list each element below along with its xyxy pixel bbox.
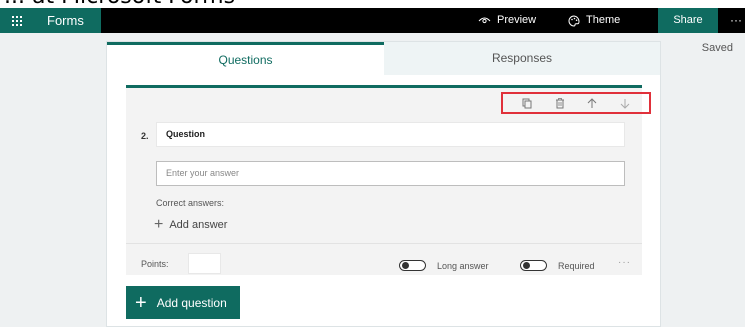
question-toolbar <box>501 92 651 114</box>
page-heading: ... at Microsoft Forms <box>4 0 235 8</box>
plus-icon: + <box>154 216 164 233</box>
app-header: Forms Preview Theme Share ··· <box>0 8 745 33</box>
add-question-label: Add question <box>156 295 227 310</box>
delete-icon[interactable] <box>555 97 565 109</box>
add-question-button[interactable]: + Add question <box>126 286 240 319</box>
points-label: Points: <box>141 259 169 269</box>
preview-label: Preview <box>497 14 537 26</box>
share-button[interactable]: Share <box>658 8 718 33</box>
toggle-switch[interactable] <box>399 260 426 271</box>
theme-button[interactable]: Theme <box>568 8 620 33</box>
correct-answers-label: Correct answers: <box>156 198 225 208</box>
points-input[interactable] <box>188 253 221 274</box>
answer-input[interactable]: Enter your answer <box>156 161 625 186</box>
divider <box>126 243 642 244</box>
waffle-icon <box>11 15 22 26</box>
required-label: Required <box>558 260 595 271</box>
theme-label: Theme <box>586 14 621 26</box>
tab-responses[interactable]: Responses <box>384 42 660 75</box>
form-editor-area: Saved Questions Responses 2. Question En… <box>0 33 745 327</box>
copy-icon[interactable] <box>522 98 532 109</box>
long-answer-label: Long answer <box>437 260 489 271</box>
more-icon: ··· <box>730 13 742 27</box>
question-title-input[interactable]: Question <box>156 122 625 147</box>
preview-button[interactable]: Preview <box>478 8 536 33</box>
plus-icon: + <box>135 291 147 314</box>
move-up-icon[interactable] <box>587 97 597 109</box>
required-toggle[interactable]: Required <box>520 260 595 271</box>
question-card[interactable]: 2. Question Enter your answer Correct an… <box>126 85 651 275</box>
eye-icon <box>478 17 491 24</box>
add-answer-button[interactable]: + Add answer <box>154 217 227 233</box>
question-number: 2. <box>141 131 149 141</box>
save-status: Saved <box>701 42 733 54</box>
add-answer-label: Add answer <box>169 219 228 231</box>
tab-questions[interactable]: Questions <box>107 42 384 75</box>
app-launcher-button[interactable] <box>0 8 33 33</box>
share-label: Share <box>673 14 703 26</box>
app-name[interactable]: Forms <box>33 8 101 33</box>
form-card: Questions Responses 2. Question Enter yo… <box>106 41 661 327</box>
page-heading-strip: ... at Microsoft Forms <box>0 0 745 8</box>
move-down-icon[interactable] <box>620 98 630 109</box>
more-options-button[interactable]: ··· <box>730 8 742 33</box>
palette-icon <box>568 14 580 27</box>
toggle-switch[interactable] <box>520 260 547 271</box>
question-more-options[interactable]: ··· <box>618 257 631 268</box>
long-answer-toggle[interactable]: Long answer <box>399 260 489 271</box>
